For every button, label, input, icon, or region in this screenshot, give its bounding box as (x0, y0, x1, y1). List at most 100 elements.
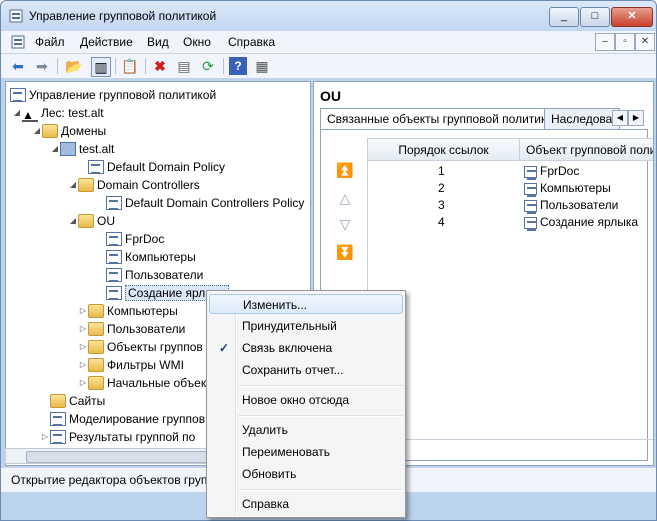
show-tree-icon[interactable]: ▥ (91, 57, 111, 77)
row-order[interactable]: 3 (438, 197, 445, 214)
delete-icon[interactable]: ✖ (151, 57, 169, 75)
gpo-link-icon (106, 268, 122, 282)
properties-icon[interactable]: ▤ (175, 57, 193, 75)
checkmark-icon: ✓ (219, 341, 230, 355)
tab-scroll-left-icon[interactable]: ◀ (612, 110, 628, 126)
tree-item-modeling[interactable]: Моделирование группов (40, 410, 205, 428)
collapse-icon[interactable]: ◢ (50, 140, 60, 158)
row-order[interactable]: 2 (438, 180, 445, 197)
minimize-button[interactable]: _ (549, 7, 579, 27)
menu-item-refresh[interactable]: Обновить (209, 464, 403, 484)
gpo-link-icon (106, 250, 122, 264)
row-order[interactable]: 1 (438, 163, 445, 180)
menu-separator (238, 415, 403, 417)
menu-action[interactable]: Действие (80, 35, 133, 49)
child-close-button[interactable]: ✕ (635, 33, 655, 51)
show-action-pane-icon[interactable]: ▦ (253, 57, 271, 75)
refresh-icon[interactable]: ⟳ (199, 57, 217, 75)
child-restore-button[interactable]: ▫ (615, 33, 635, 51)
tree-item-default-domain-policy[interactable]: Default Domain Policy (88, 158, 225, 176)
gpmc-app-icon (9, 9, 23, 23)
clipboard-icon[interactable]: 📋 (121, 57, 139, 75)
toolbar-separator (145, 58, 146, 74)
tree-item-users[interactable]: ▷ Пользователи (78, 320, 185, 338)
domain-icon (60, 142, 76, 156)
back-icon[interactable]: ⬅ (9, 57, 27, 75)
menu-item-help[interactable]: Справка (209, 494, 403, 514)
column-link-order[interactable]: Порядок ссылок (368, 139, 520, 161)
table-row[interactable]: Пользователи (524, 197, 618, 214)
tree-item-results[interactable]: ▷ Результаты группой по (40, 428, 195, 446)
collapse-icon[interactable]: ◢ (32, 122, 42, 140)
tree-item-computers-gpo[interactable]: Компьютеры (106, 248, 196, 266)
ou-folder-icon (78, 214, 94, 228)
menu-item-link-enabled[interactable]: ✓ Связь включена (209, 338, 403, 358)
tree-item-users-gpo[interactable]: Пользователи (106, 266, 203, 284)
child-minimize-button[interactable]: – (595, 33, 615, 51)
column-gpo[interactable]: Объект групповой поли (520, 139, 653, 161)
tab-inheritance[interactable]: Наследован (544, 108, 620, 129)
menu-help[interactable]: Справка (228, 35, 275, 49)
forward-icon[interactable]: ➡ (33, 57, 51, 75)
gpo-link-icon (88, 160, 104, 174)
tree-item-domain-controllers[interactable]: ◢ Domain Controllers (68, 176, 200, 194)
maximize-button[interactable]: □ (580, 7, 610, 27)
menu-item-edit[interactable]: Изменить... (209, 294, 403, 314)
tree-item-wmi-filters[interactable]: ▷ Фильтры WMI (78, 356, 184, 374)
menu-item-delete[interactable]: Удалить (209, 420, 403, 440)
tree-item-sites[interactable]: Сайты (40, 392, 105, 410)
tree-item-domain[interactable]: ◢ test.alt (50, 140, 114, 158)
move-up-icon[interactable]: △ (335, 188, 355, 208)
tree-item-forest[interactable]: ◢ ▲ Лес: test.alt (12, 104, 104, 122)
context-menu: Изменить... Принудительный ✓ Связь включе… (206, 290, 406, 518)
close-button[interactable]: ✕ (611, 7, 653, 27)
tree-item-starter-gpos[interactable]: ▷ Начальные объек (78, 374, 206, 392)
document-menu-icon[interactable] (11, 35, 25, 49)
expand-icon[interactable]: ▷ (78, 320, 88, 338)
tree-item-ou[interactable]: ◢ OU (68, 212, 115, 230)
table-row[interactable]: FprDoc (524, 163, 579, 180)
gpmc-icon (10, 88, 26, 102)
tree-item-default-dc-policy[interactable]: Default Domain Controllers Policy (106, 194, 304, 212)
wmi-folder-icon (88, 358, 104, 372)
tree-item-computers[interactable]: ▷ Компьютеры (78, 302, 178, 320)
row-order[interactable]: 4 (438, 214, 445, 231)
help-icon[interactable]: ? (229, 57, 247, 75)
menu-item-enforced[interactable]: Принудительный (209, 316, 403, 336)
toolbar-separator (115, 58, 116, 74)
table-row[interactable]: Компьютеры (524, 180, 611, 197)
move-down-icon[interactable]: ▽ (335, 214, 355, 234)
tree-item-domains[interactable]: ◢ Домены (32, 122, 106, 140)
linked-gpos-table: Порядок ссылок Объект групповой поли 1 F… (367, 138, 653, 440)
tab-linked-gpos[interactable]: Связанные объекты групповой политики (320, 108, 550, 130)
menu-window[interactable]: Окно (183, 35, 211, 49)
tree-item-gpo-objects[interactable]: ▷ Объекты группов (78, 338, 203, 356)
menu-item-rename[interactable]: Переименовать (209, 442, 403, 462)
move-bottom-icon[interactable]: ⏬ (335, 242, 355, 262)
expand-icon[interactable]: ▷ (40, 428, 50, 446)
menu-separator (238, 385, 403, 387)
tree-item-fprdoc[interactable]: FprDoc (106, 230, 164, 248)
menu-bar: Файл Действие Вид Окно Справка – ▫ ✕ (1, 31, 656, 54)
modeling-icon (50, 412, 66, 426)
up-folder-icon[interactable]: 📂 (65, 57, 83, 75)
collapse-icon[interactable]: ◢ (12, 104, 22, 122)
gpo-link-icon (524, 199, 537, 214)
menu-file[interactable]: Файл (35, 35, 65, 49)
toolbar-separator (57, 58, 58, 74)
tab-scroll-right-icon[interactable]: ▶ (628, 110, 644, 126)
collapse-icon[interactable]: ◢ (68, 176, 78, 194)
menu-item-save-report[interactable]: Сохранить отчет... (209, 360, 403, 380)
menu-view[interactable]: Вид (147, 35, 169, 49)
menu-item-new-window[interactable]: Новое окно отсюда (209, 390, 403, 410)
collapse-icon[interactable]: ◢ (68, 212, 78, 230)
results-icon (50, 430, 66, 444)
starter-gpo-folder-icon (88, 376, 104, 390)
table-row[interactable]: Создание ярлыка (524, 214, 638, 231)
expand-icon[interactable]: ▷ (78, 356, 88, 374)
tree-item-root[interactable]: Управление групповой политикой (10, 86, 216, 104)
expand-icon[interactable]: ▷ (78, 302, 88, 320)
expand-icon[interactable]: ▷ (78, 338, 88, 356)
move-top-icon[interactable]: ⏫ (335, 160, 355, 180)
expand-icon[interactable]: ▷ (78, 374, 88, 392)
